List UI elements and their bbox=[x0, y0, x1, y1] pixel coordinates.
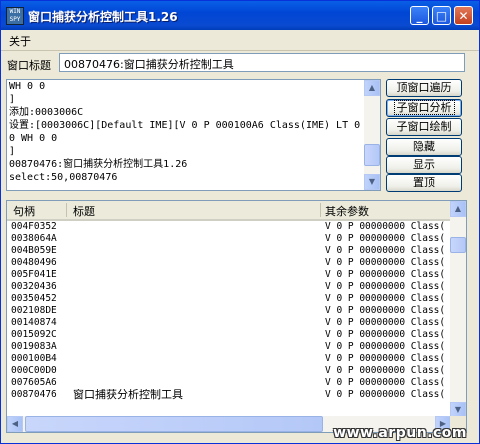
column-divider[interactable] bbox=[66, 203, 67, 217]
scroll-up-icon[interactable]: ▲ bbox=[450, 201, 466, 217]
hide-label: 隐藏 bbox=[413, 140, 435, 153]
menu-bar: 关于 bbox=[1, 30, 479, 51]
child-window-analyze-button[interactable]: 子窗口分析 bbox=[386, 99, 462, 117]
cell-params: V 0 P 00000000 Class( bbox=[325, 257, 446, 268]
top-window-traverse-button[interactable]: 顶窗口遍历 bbox=[386, 79, 462, 97]
scroll-down-icon[interactable]: ▼ bbox=[364, 174, 380, 190]
minimize-button[interactable]: _ bbox=[410, 6, 429, 25]
cell-handle: 000100B4 bbox=[11, 353, 57, 364]
window-list[interactable]: 句柄 标题 其余参数 004F0352 V 0 P 00000000 Class(… bbox=[6, 200, 467, 433]
cell-title: 窗口捕获分析控制工具 bbox=[73, 389, 183, 401]
cell-params: V 0 P 00000000 Class( bbox=[325, 341, 446, 352]
list-rows: 004F0352 V 0 P 00000000 Class( 0038064A V 0… bbox=[7, 221, 451, 401]
table-row[interactable]: 00350452 V 0 P 00000000 Class( bbox=[7, 293, 451, 305]
log-line: 0 WH 0 0 bbox=[9, 133, 58, 144]
log-line: 设置:[0003006C][Default IME][V 0 P 000100A… bbox=[9, 120, 361, 131]
child-window-draw-button[interactable]: 子窗口绘制 bbox=[386, 118, 462, 136]
cell-handle: 00320436 bbox=[11, 281, 57, 292]
table-row[interactable]: 007605A6 V 0 P 00000000 Class( bbox=[7, 377, 451, 389]
cell-params: V 0 P 00000000 Class( bbox=[325, 233, 446, 244]
table-row[interactable]: 00480496 V 0 P 00000000 Class( bbox=[7, 257, 451, 269]
child-window-analyze-label: 子窗口分析 bbox=[393, 100, 455, 115]
cell-handle: 004F0352 bbox=[11, 221, 57, 232]
table-row[interactable]: 004F0352 V 0 P 00000000 Class( bbox=[7, 221, 451, 233]
log-line: WH 0 0 bbox=[9, 81, 46, 92]
column-params[interactable]: 其余参数 bbox=[325, 203, 369, 219]
log-scrollbar[interactable]: ▲ ▼ bbox=[364, 80, 380, 190]
cell-params: V 0 P 00000000 Class( bbox=[325, 293, 446, 304]
cell-params: V 0 P 00000000 Class( bbox=[325, 377, 446, 388]
cell-params: V 0 P 00000000 Class( bbox=[325, 365, 446, 376]
cell-handle: 0038064A bbox=[11, 233, 57, 244]
cell-handle: 000C00D0 bbox=[11, 365, 57, 376]
cell-handle: 0015092C bbox=[11, 329, 57, 340]
app-icon: WIN SPY bbox=[6, 7, 24, 25]
list-vscrollbar[interactable]: ▲ ▼ bbox=[450, 201, 466, 418]
scroll-left-icon[interactable]: ◀ bbox=[7, 416, 23, 432]
watermark: www.arpun.com bbox=[333, 425, 467, 441]
cell-handle: 002108DE bbox=[11, 305, 57, 316]
column-divider[interactable] bbox=[320, 203, 321, 217]
scroll-thumb[interactable] bbox=[25, 416, 323, 432]
log-line: ] bbox=[9, 94, 16, 105]
table-row[interactable]: 000100B4 V 0 P 00000000 Class( bbox=[7, 353, 451, 365]
maximize-button[interactable]: □ bbox=[432, 6, 451, 25]
cell-params: V 0 P 00000000 Class( bbox=[325, 329, 446, 340]
log-output[interactable]: WH 0 0] 添加:0003006C 设置:[0003006C][Default … bbox=[6, 79, 381, 191]
cell-handle: 00350452 bbox=[11, 293, 57, 304]
scroll-up-icon[interactable]: ▲ bbox=[364, 80, 380, 96]
column-handle[interactable]: 句柄 bbox=[13, 203, 35, 219]
cell-params: V 0 P 00000000 Class( bbox=[325, 353, 446, 364]
log-line: 00870476:窗口捕获分析控制工具1.26 bbox=[9, 159, 188, 170]
list-header: 句柄 标题 其余参数 bbox=[7, 201, 451, 221]
table-row[interactable]: 00320436 V 0 P 00000000 Class( bbox=[7, 281, 451, 293]
window-title-field[interactable]: 00870476:窗口捕获分析控制工具 bbox=[59, 53, 465, 72]
scroll-thumb[interactable] bbox=[364, 144, 380, 166]
cell-params: V 0 P 00000000 Class( bbox=[325, 245, 446, 256]
table-row[interactable]: 000C00D0 V 0 P 00000000 Class( bbox=[7, 365, 451, 377]
table-row[interactable]: 002108DE V 0 P 00000000 Class( bbox=[7, 305, 451, 317]
cell-handle: 004B059E bbox=[11, 245, 57, 256]
table-row[interactable]: 00870476 窗口捕获分析控制工具 V 0 P 00000000 Class( bbox=[7, 389, 451, 401]
log-lines: WH 0 0] 添加:0003006C 设置:[0003006C][Default … bbox=[7, 80, 380, 184]
cell-params: V 0 P 00000000 Class( bbox=[325, 389, 446, 400]
column-title[interactable]: 标题 bbox=[73, 203, 95, 219]
scroll-thumb[interactable] bbox=[450, 237, 466, 253]
menu-about[interactable]: 关于 bbox=[9, 33, 31, 49]
show-label: 显示 bbox=[413, 158, 435, 171]
top-window-traverse-label: 顶窗口遍历 bbox=[396, 81, 452, 94]
cell-handle: 007605A6 bbox=[11, 377, 57, 388]
table-row[interactable]: 0038064A V 0 P 00000000 Class( bbox=[7, 233, 451, 245]
close-button[interactable]: ✕ bbox=[454, 6, 473, 25]
cell-handle: 005F041E bbox=[11, 269, 57, 280]
main-window: WIN SPY 窗口捕获分析控制工具1.26 _ □ ✕ 关于 窗口标题 008… bbox=[0, 0, 480, 444]
set-topmost-label: 置顶 bbox=[413, 176, 435, 189]
table-row[interactable]: 0019083A V 0 P 00000000 Class( bbox=[7, 341, 451, 353]
cell-handle: 00870476 bbox=[11, 389, 57, 400]
hide-button[interactable]: 隐藏 bbox=[386, 138, 462, 156]
table-row[interactable]: 00140874 V 0 P 00000000 Class( bbox=[7, 317, 451, 329]
child-window-draw-label: 子窗口绘制 bbox=[396, 120, 452, 133]
log-line: ] bbox=[9, 146, 16, 157]
window-title: 窗口捕获分析控制工具1.26 bbox=[28, 10, 178, 24]
cell-params: V 0 P 00000000 Class( bbox=[325, 269, 446, 280]
title-bar[interactable]: WIN SPY 窗口捕获分析控制工具1.26 _ □ ✕ bbox=[1, 1, 479, 30]
log-line: 添加:0003006C bbox=[9, 107, 84, 118]
cell-params: V 0 P 00000000 Class( bbox=[325, 221, 446, 232]
cell-handle: 0019083A bbox=[11, 341, 57, 352]
table-row[interactable]: 005F041E V 0 P 00000000 Class( bbox=[7, 269, 451, 281]
set-topmost-button[interactable]: 置顶 bbox=[386, 174, 462, 192]
cell-params: V 0 P 00000000 Class( bbox=[325, 317, 446, 328]
cell-handle: 00140874 bbox=[11, 317, 57, 328]
cell-handle: 00480496 bbox=[11, 257, 57, 268]
log-line: select:50,00870476 bbox=[9, 172, 118, 183]
table-row[interactable]: 0015092C V 0 P 00000000 Class( bbox=[7, 329, 451, 341]
window-title-label: 窗口标题 bbox=[7, 59, 51, 72]
cell-params: V 0 P 00000000 Class( bbox=[325, 281, 446, 292]
table-row[interactable]: 004B059E V 0 P 00000000 Class( bbox=[7, 245, 451, 257]
cell-params: V 0 P 00000000 Class( bbox=[325, 305, 446, 316]
show-button[interactable]: 显示 bbox=[386, 156, 462, 174]
